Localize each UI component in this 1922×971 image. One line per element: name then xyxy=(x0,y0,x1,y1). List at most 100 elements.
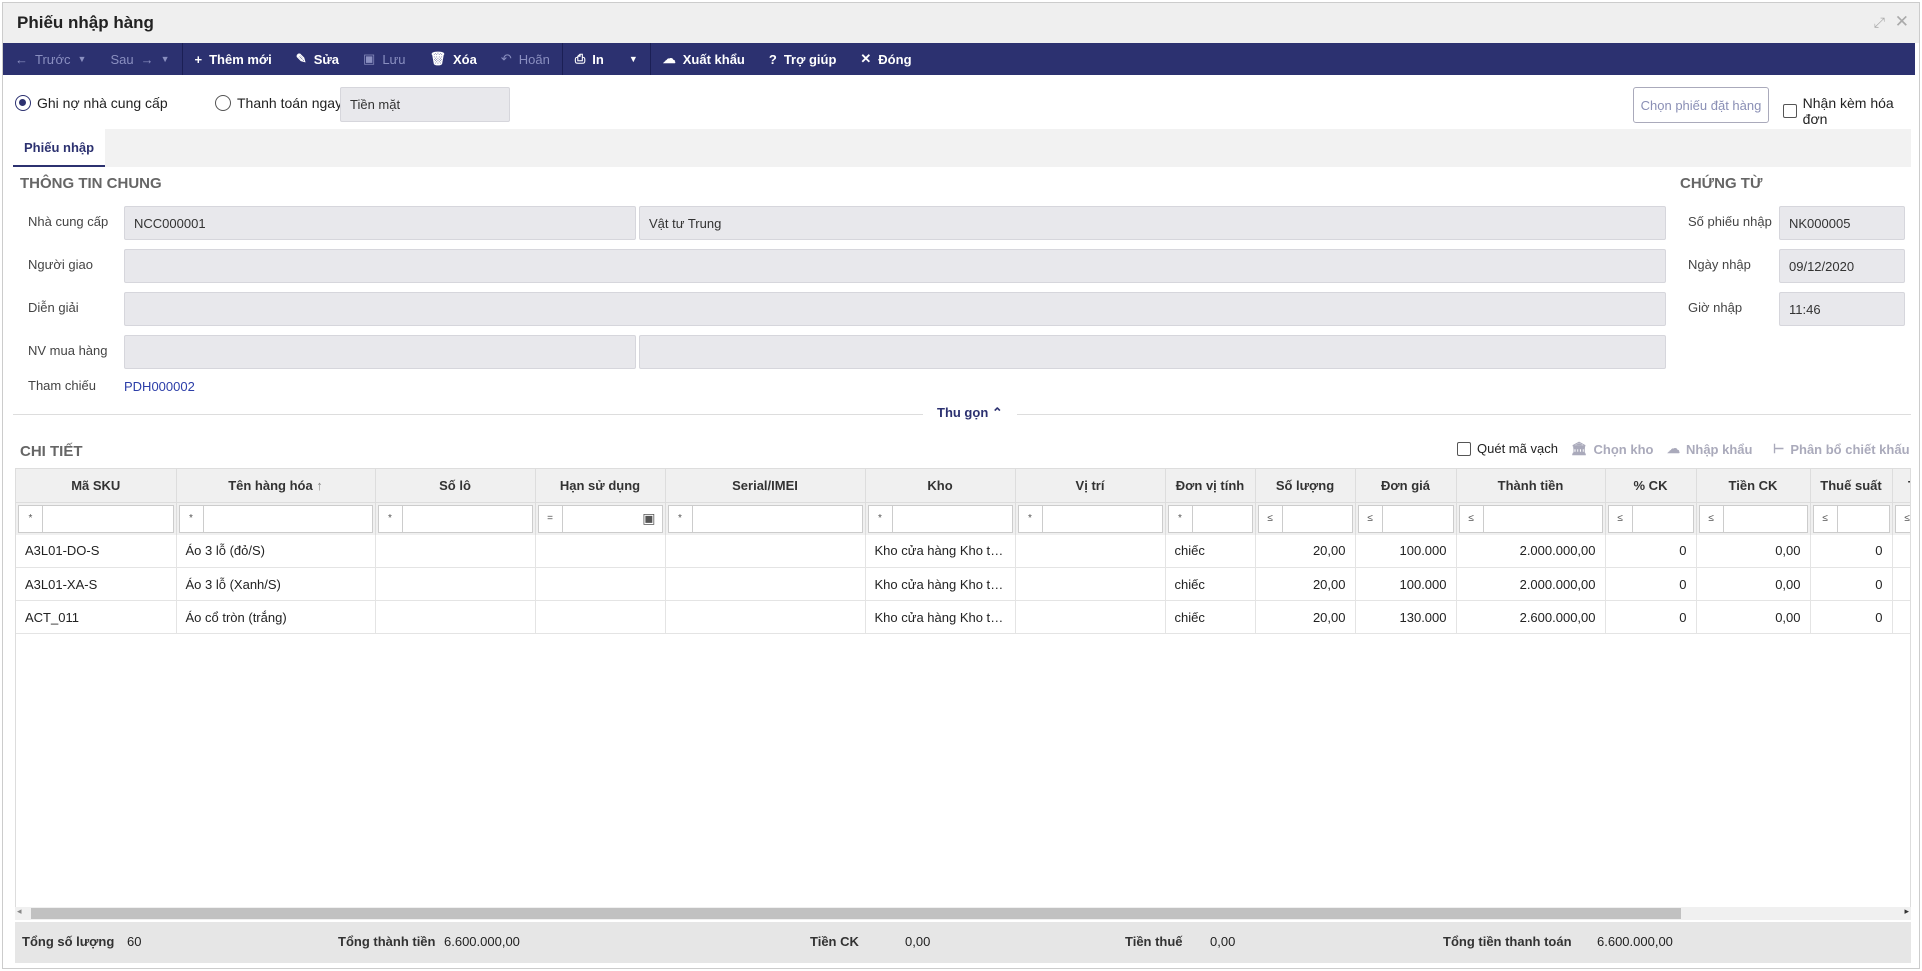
filter-input[interactable]: ≤ xyxy=(1257,504,1353,533)
filter-input[interactable]: * xyxy=(178,504,373,533)
table-cell[interactable]: 130.000 xyxy=(1355,600,1457,634)
column-header[interactable]: Mã SKU xyxy=(16,469,177,503)
column-header[interactable]: Hạn sử dụng xyxy=(535,469,666,503)
filter-operator[interactable]: ≤ xyxy=(1896,506,1911,532)
filter-input[interactable]: * xyxy=(667,504,863,533)
sort-asc-icon[interactable]: ↑ xyxy=(313,478,323,493)
filter-value[interactable] xyxy=(1283,506,1352,532)
filter-input[interactable]: * xyxy=(1017,504,1163,533)
time-field[interactable]: 11:46 xyxy=(1779,292,1905,326)
filter-operator[interactable]: * xyxy=(669,505,693,532)
calendar-icon[interactable]: ▣ xyxy=(642,510,655,527)
table-cell[interactable]: 0 xyxy=(1810,600,1893,634)
close-icon[interactable]: ✕ xyxy=(1895,12,1909,32)
filter-value[interactable] xyxy=(1838,506,1889,532)
help-button[interactable]: ? Trợ giúp xyxy=(757,43,849,75)
chevron-down-icon[interactable]: ▼ xyxy=(629,54,638,64)
add-button[interactable]: + Thêm mới xyxy=(183,43,284,75)
column-header[interactable]: Vị trí xyxy=(1015,469,1166,503)
column-header[interactable]: Tiền CK xyxy=(1696,469,1811,503)
choose-store-button[interactable]: 🏛 Chọn kho xyxy=(1571,441,1653,457)
table-cell[interactable]: A3L01-DO-S xyxy=(16,534,177,568)
table-cell[interactable]: chiếc xyxy=(1165,567,1256,601)
column-header[interactable]: Serial/IMEI xyxy=(665,469,866,503)
filter-input[interactable]: * xyxy=(1167,504,1253,533)
filter-operator[interactable]: ≤ xyxy=(1359,505,1383,532)
import-button[interactable]: ☁ Nhập khẩu xyxy=(1667,441,1752,457)
scroll-left-icon[interactable]: ◂ xyxy=(17,906,22,917)
with-invoice-checkbox[interactable]: Nhận kèm hóa đơn xyxy=(1783,95,1919,127)
filter-input[interactable]: ≤ xyxy=(1812,504,1890,533)
buyer-name-field[interactable] xyxy=(639,335,1666,369)
table-row[interactable]: ACT_011 Áo cổ tròn (trắng) Kho cửa hàng Kh… xyxy=(16,600,1910,634)
table-cell[interactable]: 0 xyxy=(1810,534,1893,568)
table-cell[interactable]: Kho cửa hàng Kho tổng xyxy=(865,567,1016,601)
horizontal-scrollbar[interactable]: ◂ ▸ xyxy=(15,906,1911,920)
table-cell[interactable]: 0,00 xyxy=(1696,567,1811,601)
date-field[interactable]: 09/12/2020 xyxy=(1779,249,1905,283)
filter-input[interactable]: ≤ xyxy=(1698,504,1808,533)
table-cell[interactable] xyxy=(1892,534,1910,568)
deliverer-field[interactable] xyxy=(124,249,1666,283)
table-row[interactable]: A3L01-XA-S Áo 3 lỗ (Xanh/S) Kho cửa hàng K… xyxy=(16,567,1910,601)
buyer-code-field[interactable] xyxy=(124,335,636,369)
supplier-name-field[interactable]: Vật tư Trung xyxy=(639,206,1666,240)
table-cell[interactable]: 2.000.000,00 xyxy=(1456,567,1606,601)
table-cell[interactable]: Áo 3 lỗ (Xanh/S) xyxy=(176,567,376,601)
filter-operator[interactable]: * xyxy=(1169,505,1193,532)
filter-value[interactable] xyxy=(1724,506,1807,532)
scan-barcode-checkbox[interactable]: Quét mã vạch xyxy=(1457,441,1558,456)
filter-value[interactable] xyxy=(1043,506,1162,532)
table-cell[interactable] xyxy=(1015,567,1166,601)
table-cell[interactable]: 100.000 xyxy=(1355,567,1457,601)
table-cell[interactable] xyxy=(665,600,866,634)
collapse-button[interactable]: Thu gọn ⌃ xyxy=(923,405,1017,421)
table-cell[interactable]: chiếc xyxy=(1165,534,1256,568)
filter-value[interactable] xyxy=(1484,506,1602,532)
filter-value[interactable] xyxy=(403,506,532,532)
filter-value[interactable] xyxy=(693,506,862,532)
table-cell[interactable] xyxy=(375,600,536,634)
close-button[interactable]: ✕ Đóng xyxy=(848,43,923,75)
column-header[interactable]: Thành tiền xyxy=(1456,469,1606,503)
voucher-number-field[interactable]: NK000005 xyxy=(1779,206,1905,240)
filter-input[interactable]: * xyxy=(867,504,1013,533)
edit-button[interactable]: ✎ Sửa xyxy=(284,43,351,75)
choose-order-button[interactable]: Chọn phiếu đặt hàng xyxy=(1633,87,1769,123)
table-cell[interactable]: chiếc xyxy=(1165,600,1256,634)
payment-method-field[interactable]: Tiền mặt xyxy=(340,87,510,122)
filter-operator[interactable]: ≤ xyxy=(1259,505,1283,532)
print-button[interactable]: ⎙ In ▼ xyxy=(563,43,650,75)
debt-radio[interactable]: Ghi nợ nhà cung cấp xyxy=(15,95,168,111)
column-header[interactable]: Đơn vị tính xyxy=(1165,469,1256,503)
filter-value[interactable] xyxy=(204,506,372,532)
table-cell[interactable] xyxy=(1892,567,1910,601)
filter-value[interactable] xyxy=(1193,506,1252,532)
filter-value[interactable] xyxy=(1633,506,1693,532)
filter-input[interactable]: = ▣ xyxy=(537,504,663,533)
table-cell[interactable]: 20,00 xyxy=(1255,600,1356,634)
filter-operator[interactable]: ≤ xyxy=(1609,505,1633,532)
table-cell[interactable]: 0 xyxy=(1605,567,1697,601)
filter-operator[interactable]: ≤ xyxy=(1814,505,1838,532)
table-cell[interactable]: 0 xyxy=(1605,600,1697,634)
save-button[interactable]: ▣ Lưu xyxy=(351,43,417,75)
filter-operator[interactable]: * xyxy=(180,505,204,532)
supplier-code-field[interactable]: NCC000001 xyxy=(124,206,636,240)
table-cell[interactable]: 0 xyxy=(1605,534,1697,568)
column-header[interactable]: Kho xyxy=(865,469,1016,503)
filter-operator[interactable]: * xyxy=(379,505,403,532)
filter-value[interactable] xyxy=(43,506,173,532)
table-cell[interactable]: 0 xyxy=(1810,567,1893,601)
table-cell[interactable]: Áo cổ tròn (trắng) xyxy=(176,600,376,634)
table-cell[interactable]: 100.000 xyxy=(1355,534,1457,568)
table-cell[interactable] xyxy=(535,534,666,568)
table-cell[interactable]: 0,00 xyxy=(1696,534,1811,568)
table-cell[interactable]: Áo 3 lỗ (đỏ/S) xyxy=(176,534,376,568)
column-header[interactable]: % CK xyxy=(1605,469,1697,503)
table-cell[interactable] xyxy=(375,534,536,568)
note-field[interactable] xyxy=(124,292,1666,326)
table-cell[interactable]: 20,00 xyxy=(1255,534,1356,568)
filter-operator[interactable]: ≤ xyxy=(1460,505,1484,532)
filter-operator[interactable]: * xyxy=(1019,505,1043,532)
